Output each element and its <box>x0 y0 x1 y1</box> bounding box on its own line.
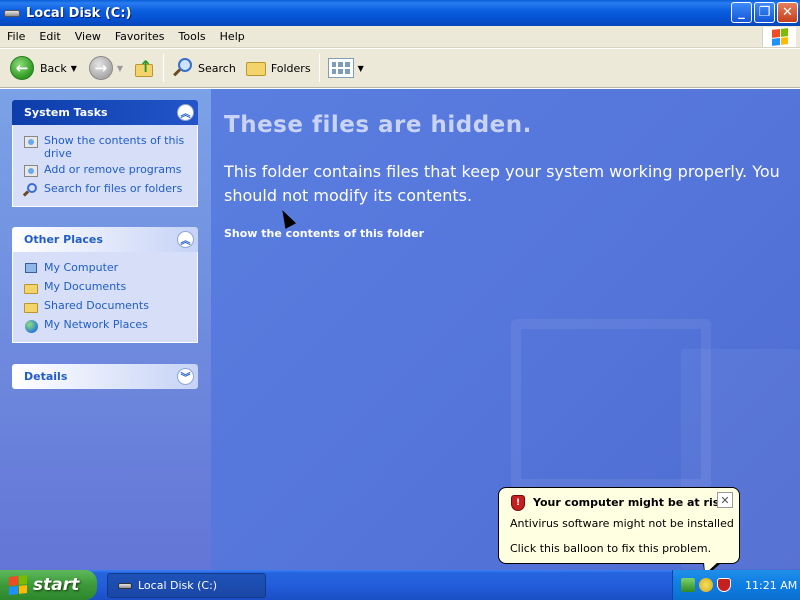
my-documents-icon <box>23 280 39 296</box>
window-controls: _ ❐ ✕ <box>731 2 798 23</box>
place-label: My Documents <box>44 280 127 293</box>
toolbar-separator <box>163 54 165 82</box>
local-disk-icon <box>118 582 132 589</box>
search-button[interactable]: Search <box>168 53 240 83</box>
hidden-files-message: This folder contains files that keep you… <box>224 162 780 205</box>
system-tray: 11:21 AM <box>672 570 800 600</box>
task-show-contents[interactable]: Show the contents of this drive <box>23 134 191 160</box>
views-icon <box>327 58 354 78</box>
minimize-button[interactable]: _ <box>731 2 752 23</box>
other-places-panel: Other Places ︽ My Computer My Documents … <box>12 227 198 343</box>
other-places-body: My Computer My Documents Shared Document… <box>12 252 198 343</box>
windows-logo-icon <box>762 27 796 47</box>
taskbar-window-label: Local Disk (C:) <box>138 579 218 592</box>
forward-button[interactable]: → ▼ <box>85 53 127 83</box>
expand-chevron-down-icon[interactable]: ︾ <box>177 368 194 385</box>
window-title: Local Disk (C:) <box>26 5 132 21</box>
close-button[interactable]: ✕ <box>777 2 798 23</box>
forward-dropdown-icon[interactable]: ▼ <box>117 64 123 73</box>
toolbar-separator <box>318 54 320 82</box>
back-label: Back <box>40 61 67 75</box>
folders-button[interactable]: Folders <box>242 53 315 83</box>
place-my-computer[interactable]: My Computer <box>23 261 191 277</box>
search-label: Search <box>198 61 236 75</box>
maximize-button[interactable]: ❐ <box>754 2 775 23</box>
menu-file[interactable]: File <box>0 30 32 43</box>
network-tray-icon[interactable] <box>681 578 695 592</box>
task-add-remove-programs[interactable]: Add or remove programs <box>23 163 191 179</box>
menu-view[interactable]: View <box>68 30 108 43</box>
start-button[interactable]: start <box>0 570 97 600</box>
my-network-places-icon <box>23 318 39 334</box>
system-tasks-header[interactable]: System Tasks ︽ <box>12 100 198 125</box>
taskbar-window-button[interactable]: Local Disk (C:) <box>107 573 266 598</box>
hidden-files-heading: These files are hidden. <box>224 112 532 138</box>
system-tasks-title: System Tasks <box>24 106 108 119</box>
security-shield-icon: ! <box>511 495 525 511</box>
local-disk-icon <box>4 7 20 19</box>
toolbar: ← Back ▼ → ▼ ↑ Search Folders ▼ <box>0 49 800 88</box>
menu-favorites[interactable]: Favorites <box>108 30 172 43</box>
taskbar: start Local Disk (C:) 11:21 AM <box>0 570 800 600</box>
details-header[interactable]: Details ︾ <box>12 364 198 389</box>
menu-bar: File Edit View Favorites Tools Help <box>0 26 800 48</box>
views-dropdown-icon[interactable]: ▼ <box>358 64 364 73</box>
updates-tray-icon[interactable] <box>699 578 713 592</box>
forward-arrow-icon: → <box>88 56 113 80</box>
place-my-network-places[interactable]: My Network Places <box>23 318 191 334</box>
balloon-message: Antivirus software might not be installe… <box>510 517 734 530</box>
add-remove-programs-icon <box>23 163 39 179</box>
task-pane: System Tasks ︽ Show the contents of this… <box>0 89 211 570</box>
windows-logo-icon <box>9 575 27 595</box>
shared-documents-icon <box>23 299 39 315</box>
show-contents-link[interactable]: Show the contents of this folder <box>224 227 424 240</box>
menu-help[interactable]: Help <box>213 30 252 43</box>
place-label: My Network Places <box>44 318 148 331</box>
search-icon <box>22 182 39 198</box>
task-search-files[interactable]: Search for files or folders <box>22 182 191 198</box>
security-center-tray-icon[interactable] <box>717 578 731 592</box>
other-places-header[interactable]: Other Places ︽ <box>12 227 198 252</box>
task-label: Add or remove programs <box>44 163 182 176</box>
back-button[interactable]: ← Back ▼ <box>6 53 81 83</box>
security-balloon[interactable]: ! Your computer might be at risk ✕ Antiv… <box>498 487 740 564</box>
place-shared-documents[interactable]: Shared Documents <box>23 299 191 315</box>
title-bar[interactable]: Local Disk (C:) _ ❐ ✕ <box>0 0 800 26</box>
collapse-chevron-up-icon[interactable]: ︽ <box>177 104 194 121</box>
place-label: My Computer <box>44 261 119 274</box>
place-my-documents[interactable]: My Documents <box>23 280 191 296</box>
back-arrow-icon: ← <box>10 56 34 80</box>
back-dropdown-icon[interactable]: ▼ <box>71 64 77 73</box>
menu-edit[interactable]: Edit <box>32 30 67 43</box>
views-button[interactable]: ▼ <box>324 53 368 83</box>
show-contents-icon <box>23 134 39 150</box>
collapse-chevron-up-icon[interactable]: ︽ <box>177 231 194 248</box>
search-icon <box>172 57 194 79</box>
system-tasks-body: Show the contents of this drive Add or r… <box>12 125 198 207</box>
balloon-close-button[interactable]: ✕ <box>717 492 733 508</box>
folders-label: Folders <box>270 61 311 75</box>
balloon-instruction: Click this balloon to fix this problem. <box>510 542 712 555</box>
folders-icon <box>245 59 268 77</box>
other-places-title: Other Places <box>24 233 103 246</box>
menu-tools[interactable]: Tools <box>172 30 213 43</box>
up-folder-button[interactable]: ↑ <box>129 53 159 83</box>
balloon-title: Your computer might be at risk <box>533 496 727 509</box>
start-label: start <box>33 575 80 595</box>
clock[interactable]: 11:21 AM <box>745 579 797 592</box>
task-label: Show the contents of this drive <box>44 134 185 160</box>
details-title: Details <box>24 370 68 383</box>
system-tasks-panel: System Tasks ︽ Show the contents of this… <box>12 100 198 207</box>
my-computer-icon <box>23 261 39 277</box>
place-label: Shared Documents <box>44 299 149 312</box>
up-folder-icon: ↑ <box>133 57 155 79</box>
task-label: Search for files or folders <box>44 182 183 195</box>
details-panel: Details ︾ <box>12 364 198 389</box>
